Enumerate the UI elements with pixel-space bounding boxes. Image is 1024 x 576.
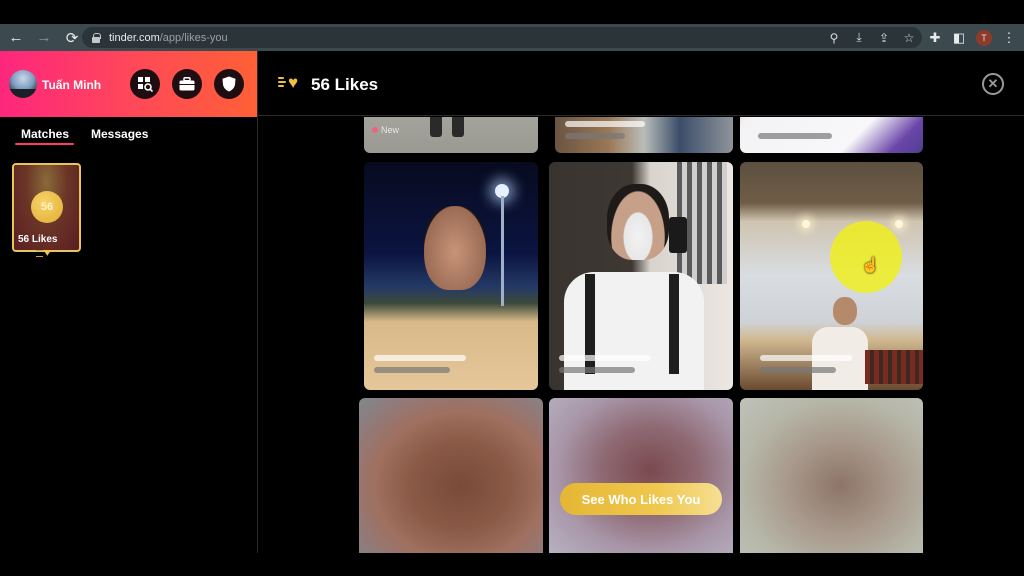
lock-icon[interactable] xyxy=(92,33,101,43)
gold-heart-icon: ♥ xyxy=(288,73,299,92)
photo-face xyxy=(833,297,857,325)
close-icon: ✕ xyxy=(987,76,999,91)
blurred-profile-tile[interactable] xyxy=(740,398,923,553)
sidebar-header: Tuấn Minh xyxy=(0,51,257,117)
url-path: /app/likes-you xyxy=(159,31,228,44)
share-icon[interactable]: ⇪ xyxy=(877,31,891,45)
reload-button[interactable]: ⟳ xyxy=(60,26,84,50)
photo-face xyxy=(424,206,486,290)
safety-button[interactable] xyxy=(214,69,244,99)
profile-tile[interactable] xyxy=(549,162,733,390)
gold-heart-icon: ♥ xyxy=(44,247,51,259)
user-name[interactable]: Tuấn Minh xyxy=(42,78,101,92)
profile-tile[interactable] xyxy=(364,162,538,390)
speed-lines-icon xyxy=(36,250,43,257)
back-button[interactable]: ← xyxy=(4,26,28,50)
info-placeholder-bar xyxy=(559,367,635,373)
browser-toolbar: ← → ⟳ tinder.com/app/likes-you ⚲ ⤓ ⇪ ☆ ✚… xyxy=(0,24,1024,51)
profile-avatar[interactable]: T xyxy=(976,29,992,46)
star-icon[interactable]: ☆ xyxy=(902,31,916,45)
forward-button[interactable]: → xyxy=(32,26,56,50)
photo-pole xyxy=(501,196,504,306)
likes-card-label: 56 Likes xyxy=(18,234,58,245)
photo-strap xyxy=(669,274,679,374)
new-badge-label: New xyxy=(381,125,400,135)
photo-bottles xyxy=(865,350,923,384)
explore-button[interactable] xyxy=(130,69,160,99)
screen-bottom-bar xyxy=(0,553,1024,576)
profile-tile[interactable]: New xyxy=(364,117,538,153)
profile-tile[interactable] xyxy=(740,162,923,390)
likes-card[interactable]: 56 56 Likes xyxy=(12,163,81,252)
profile-tile[interactable] xyxy=(555,117,733,153)
new-dot-icon xyxy=(372,127,378,133)
explore-icon xyxy=(138,77,153,92)
photo-phone xyxy=(669,217,687,253)
photo-shoe xyxy=(452,117,464,137)
sidebar-tabs: Matches Messages xyxy=(0,127,257,147)
location-pin-icon[interactable]: ⚲ xyxy=(827,31,841,45)
name-placeholder-bar xyxy=(760,355,852,361)
photo-face xyxy=(607,184,669,260)
extensions-icon[interactable]: ✚ xyxy=(928,30,942,46)
page-title: 56 Likes xyxy=(311,75,379,94)
screen-top-bar xyxy=(0,0,1024,24)
photo-shoe xyxy=(430,117,442,137)
active-tab-indicator xyxy=(15,143,74,145)
likes-count-badge: 56 xyxy=(31,191,63,223)
tab-messages[interactable]: Messages xyxy=(91,127,148,141)
name-placeholder-bar xyxy=(565,121,645,127)
sidebar: Tuấn Minh Matches Messages 56 56 Likes ♥ xyxy=(0,51,257,553)
avatar[interactable] xyxy=(9,70,37,98)
close-button[interactable]: ✕ xyxy=(982,73,1004,95)
info-placeholder-bar xyxy=(760,367,836,373)
see-who-likes-you-button[interactable]: See Who Likes You xyxy=(560,483,722,515)
photo-lamp xyxy=(802,220,810,228)
address-bar[interactable]: tinder.com/app/likes-you ⚲ ⤓ ⇪ ☆ xyxy=(82,27,922,48)
install-app-icon[interactable]: ⤓ xyxy=(852,30,866,45)
side-panel-icon[interactable]: ◧ xyxy=(952,30,966,46)
blurred-profile-tile[interactable] xyxy=(549,398,733,553)
profile-tile[interactable] xyxy=(740,117,923,153)
photo-lamp xyxy=(895,220,903,228)
new-badge: New xyxy=(372,125,399,135)
name-placeholder-bar xyxy=(374,355,466,361)
shield-icon xyxy=(222,76,236,92)
info-placeholder-bar xyxy=(374,367,450,373)
info-placeholder-bar xyxy=(565,133,625,139)
url-host: tinder.com xyxy=(109,31,160,44)
work-mode-button[interactable] xyxy=(172,69,202,99)
url-text[interactable]: tinder.com/app/likes-you xyxy=(109,32,228,44)
tab-matches[interactable]: Matches xyxy=(21,127,69,141)
blurred-profile-tile[interactable] xyxy=(359,398,543,553)
main-header: ♥ 56 Likes ✕ xyxy=(258,51,1024,116)
likes-grid[interactable]: New See Who Likes You xyxy=(258,117,1024,553)
info-placeholder-bar xyxy=(758,133,832,139)
name-placeholder-bar xyxy=(559,355,651,361)
briefcase-icon xyxy=(179,77,195,91)
menu-icon[interactable]: ⋮ xyxy=(1002,30,1016,46)
speed-lines-icon xyxy=(278,77,288,87)
